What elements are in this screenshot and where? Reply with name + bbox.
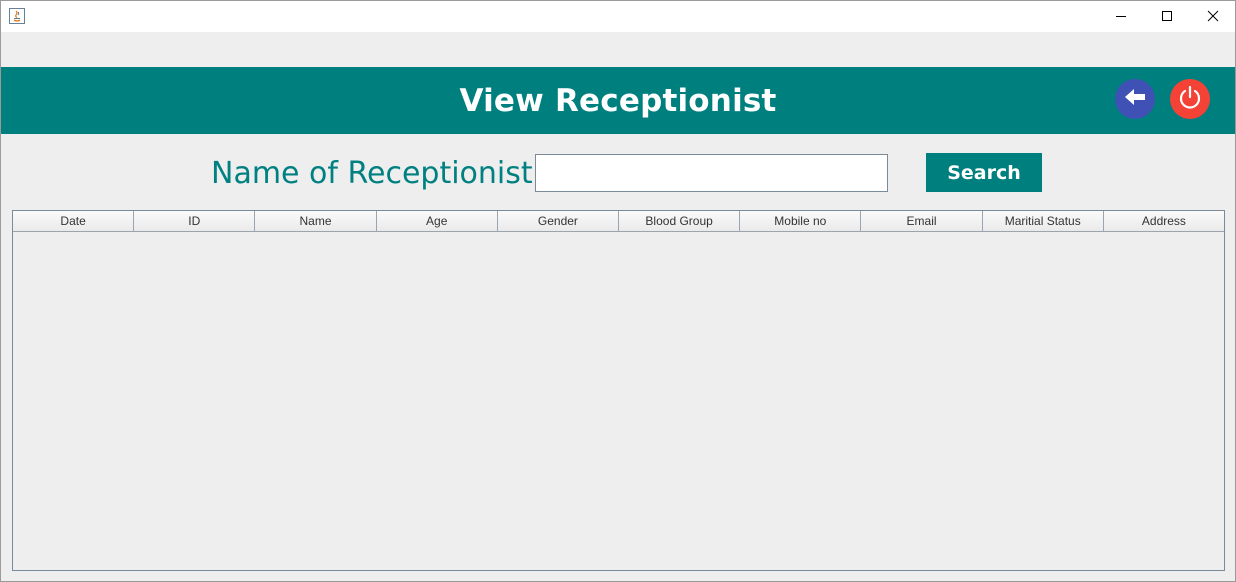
column-header-address[interactable]: Address [1103,211,1225,231]
close-button[interactable] [1190,1,1236,31]
logout-button[interactable] [1170,79,1210,119]
column-header-age[interactable]: Age [376,211,498,231]
column-header-name[interactable]: Name [255,211,377,231]
arrow-left-icon [1123,87,1147,111]
maximize-icon [1161,7,1173,26]
table-header: Date ID Name Age Gender Blood Group Mobi… [13,211,1225,232]
column-header-id[interactable]: ID [134,211,256,231]
minimize-icon [1115,7,1127,26]
column-header-blood-group[interactable]: Blood Group [619,211,741,231]
column-header-email[interactable]: Email [861,211,983,231]
power-icon [1177,84,1203,114]
minimize-button[interactable] [1098,1,1144,31]
column-header-gender[interactable]: Gender [497,211,620,231]
table-body[interactable] [13,232,1224,570]
back-button[interactable] [1115,79,1155,119]
receptionist-name-input[interactable] [535,154,888,192]
maximize-button[interactable] [1144,1,1190,31]
column-header-date[interactable]: Date [13,211,135,231]
close-icon [1207,7,1219,26]
page-title: View Receptionist [459,82,777,119]
app-window: View Receptionist Name of Receptionist S… [0,0,1236,582]
java-app-icon [9,8,25,24]
search-label: Name of Receptionist [211,155,533,191]
receptionist-table: Date ID Name Age Gender Blood Group Mobi… [12,210,1225,571]
column-header-mobile-no[interactable]: Mobile no [740,211,862,231]
column-header-marital-status[interactable]: Maritial Status [982,211,1104,231]
title-bar [1,1,1235,32]
search-button[interactable]: Search [926,153,1042,192]
header-banner: View Receptionist [1,67,1235,134]
